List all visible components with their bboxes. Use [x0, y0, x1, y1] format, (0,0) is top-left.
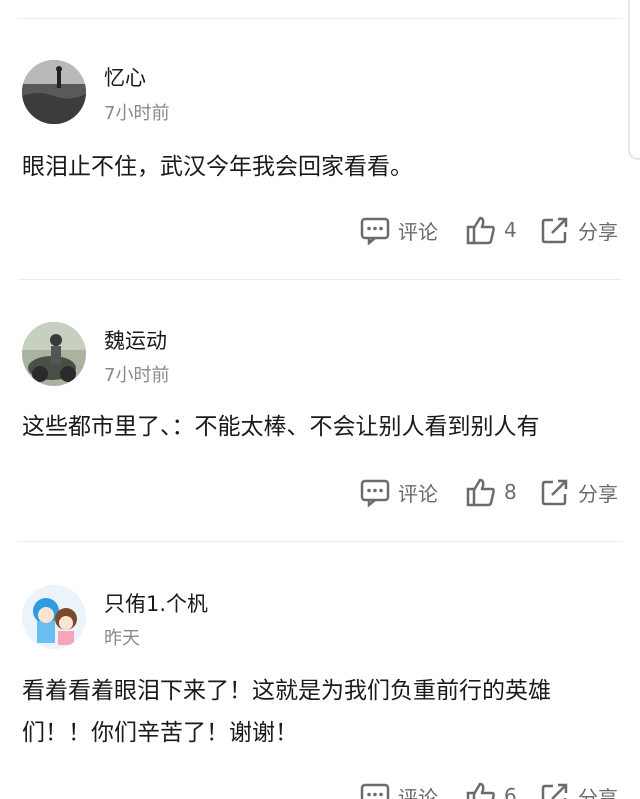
- like-button[interactable]: 4: [466, 210, 517, 250]
- thumbs-up-icon: [466, 477, 496, 507]
- share-button[interactable]: 分享: [540, 776, 618, 799]
- comment-actions: 评论 4 分享: [0, 210, 640, 250]
- comment-bubble-icon: [360, 477, 390, 507]
- comment-actions: 评论 8 分享: [0, 472, 640, 512]
- like-count: 8: [504, 480, 517, 504]
- divider: [18, 18, 622, 19]
- comment-label: 评论: [398, 219, 438, 244]
- avatar[interactable]: [22, 60, 86, 124]
- divider: [18, 541, 622, 542]
- user-name[interactable]: 魏运动: [104, 325, 167, 355]
- thumbs-up-icon: [466, 781, 496, 799]
- user-name[interactable]: 忆心: [104, 62, 146, 92]
- share-arrow-icon: [540, 781, 570, 799]
- comment-label: 评论: [398, 785, 438, 799]
- comment-time: 7小时前: [104, 365, 170, 386]
- comment-actions: 评论 6 分享: [0, 776, 640, 799]
- divider: [18, 279, 622, 280]
- comment-time: 昨天: [104, 628, 140, 649]
- thumbs-up-icon: [466, 215, 496, 245]
- comment-text: 这些都市里了、：不能太棒、不会让别人看到别人有: [22, 414, 540, 440]
- share-arrow-icon: [540, 215, 570, 245]
- comment-button[interactable]: 评论: [360, 776, 438, 799]
- avatar[interactable]: [22, 322, 86, 386]
- share-arrow-icon: [540, 477, 570, 507]
- like-button[interactable]: 6: [466, 776, 517, 799]
- comment-button[interactable]: 评论: [360, 472, 438, 512]
- share-label: 分享: [578, 219, 618, 244]
- comment-bubble-icon: [360, 215, 390, 245]
- share-button[interactable]: 分享: [540, 472, 618, 512]
- avatar[interactable]: [22, 585, 86, 649]
- comment-label: 评论: [398, 481, 438, 506]
- comment-button[interactable]: 评论: [360, 210, 438, 250]
- share-button[interactable]: 分享: [540, 210, 618, 250]
- share-label: 分享: [578, 785, 618, 799]
- like-count: 6: [504, 784, 517, 799]
- user-name[interactable]: 只侑1.个杋: [104, 588, 208, 618]
- like-button[interactable]: 8: [466, 472, 517, 512]
- like-count: 4: [504, 218, 517, 242]
- comment-text: 眼泪止不住，武汉今年我会回家看看。: [22, 154, 413, 180]
- comment-bubble-icon: [360, 781, 390, 799]
- scroll-indicator[interactable]: [628, 0, 640, 160]
- comment-text: 看着看着眼泪下来了！这就是为我们负重前行的英雄们！！你们辛苦了！谢谢！: [22, 678, 551, 746]
- comment-time: 7小时前: [104, 103, 170, 124]
- share-label: 分享: [578, 481, 618, 506]
